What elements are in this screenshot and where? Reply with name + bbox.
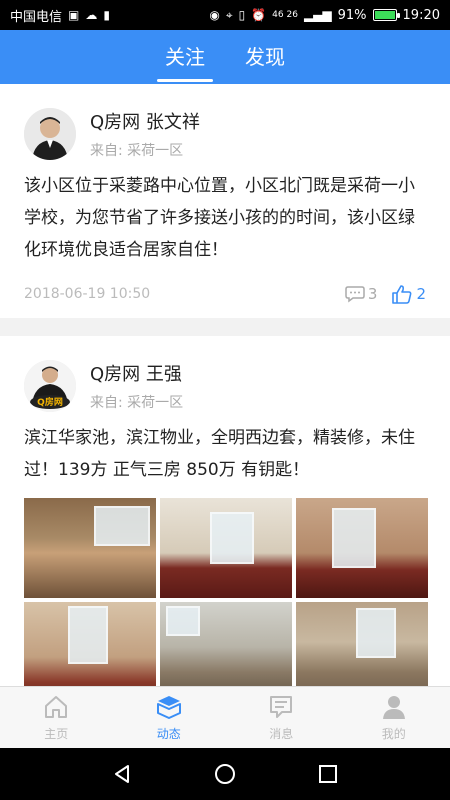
location-icon: ⌖: [225, 7, 233, 22]
like-button[interactable]: 2: [391, 284, 426, 304]
cloud-icon: ☁: [85, 8, 98, 22]
photo-thumbnail[interactable]: [160, 602, 292, 686]
photo-thumbnail[interactable]: [24, 602, 156, 686]
photo-thumbnail[interactable]: [24, 498, 156, 598]
svg-text:Q房网: Q房网: [37, 396, 63, 408]
comment-count: 3: [367, 285, 378, 303]
comment-button[interactable]: 3: [345, 285, 378, 303]
thumbs-up-icon: [392, 285, 412, 304]
briefcase-icon: ▣: [68, 8, 80, 22]
network-label: 46 26: [272, 10, 298, 20]
post-card[interactable]: Q房网 张文祥 来自: 采荷一区 该小区位于采菱路中心位置，小区北门既是采荷一小…: [0, 84, 450, 318]
signal-icon: ▂▄▆: [303, 8, 332, 22]
avatar[interactable]: Q房网: [24, 360, 76, 412]
nav-messages[interactable]: 消息: [225, 687, 338, 748]
feed[interactable]: Q房网 张文祥 来自: 采荷一区 该小区位于采菱路中心位置，小区北门既是采荷一小…: [0, 84, 450, 686]
sim-icon: ▮: [103, 8, 110, 22]
author-name[interactable]: Q房网 张文祥: [90, 108, 200, 134]
tab-follow[interactable]: 关注: [157, 30, 213, 84]
status-bar: 中国电信 ▣ ☁ ▮ ◉ ⌖ ▯ ⏰ 46 26 ▂▄▆ 91% 19:20: [0, 0, 450, 30]
carrier-label: 中国电信: [10, 9, 63, 25]
back-icon[interactable]: [111, 763, 133, 785]
tab-discover[interactable]: 发现: [241, 30, 289, 84]
vibrate-icon: ▯: [238, 8, 246, 22]
nav-feed-label: 动态: [156, 727, 181, 741]
battery-percent: 91%: [337, 7, 367, 23]
like-count: 2: [416, 285, 426, 303]
nav-profile[interactable]: 我的: [338, 687, 450, 748]
recents-icon[interactable]: [317, 763, 339, 785]
avatar[interactable]: [24, 108, 76, 160]
post-text: 滨江华家池，滨江物业，全明西边套，精装修，未住过！139方 正气三房 850万 …: [24, 428, 415, 480]
photo-grid: [24, 498, 428, 686]
nav-feed[interactable]: 动态: [113, 687, 226, 748]
nav-home-label: 主页: [44, 727, 69, 741]
hotspot-icon: ◉: [209, 8, 220, 22]
alarm-icon: ⏰: [251, 8, 267, 22]
post-source: 来自: 采荷一区: [90, 143, 184, 159]
top-tab-bar: 关注 发现: [0, 30, 450, 84]
nav-messages-label: 消息: [269, 727, 294, 741]
photo-thumbnail[interactable]: [160, 498, 292, 598]
post-source: 来自: 采荷一区: [90, 395, 184, 411]
post-text: 该小区位于采菱路中心位置，小区北门既是采荷一小学校，为您节省了许多接送小孩的的时…: [24, 176, 415, 260]
home-circle-icon[interactable]: [214, 763, 236, 785]
post-card[interactable]: Q房网 Q房网 王强 来自: 采荷一区 滨江华家池，滨江物业，全明西边套，精装修…: [0, 336, 450, 686]
message-icon: [270, 696, 293, 718]
nav-profile-label: 我的: [381, 727, 406, 741]
person-icon: [382, 696, 405, 719]
home-icon: [45, 696, 68, 718]
post-date: 2018-06-19 10:50: [24, 286, 151, 302]
author-name[interactable]: Q房网 王强: [90, 360, 183, 386]
photo-thumbnail[interactable]: [296, 602, 428, 686]
comment-icon: [345, 286, 365, 303]
system-nav-bar: [0, 748, 450, 800]
photo-thumbnail[interactable]: [296, 498, 428, 598]
nav-home[interactable]: 主页: [0, 687, 113, 748]
box-icon: [156, 696, 181, 719]
clock: 19:20: [402, 7, 440, 23]
battery-icon: [372, 9, 400, 21]
bottom-nav: 主页 动态 消息 我的: [0, 686, 450, 748]
